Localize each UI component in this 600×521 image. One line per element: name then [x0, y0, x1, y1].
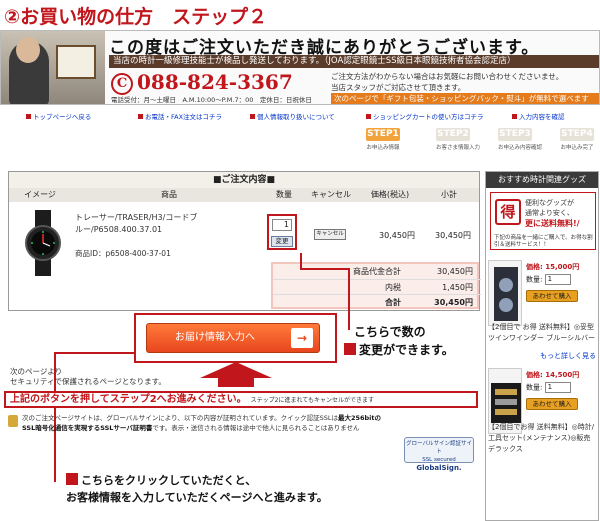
face-image — [16, 37, 40, 63]
col-cancel: キャンセル — [311, 190, 351, 199]
cancel-button[interactable]: キャンセル — [314, 229, 346, 240]
total-row-tax: 内税 1,450円 — [273, 279, 481, 294]
product-watch-image — [17, 210, 69, 276]
up-arrow-icon — [200, 362, 272, 378]
click-callout: こちらをクリックしていただくと、 お客様情報を入力していただくページへと進みます… — [66, 473, 328, 504]
phone-hours: 電話受付：月〜土曜日 A.M.10:00〜P.M.7：00 定休日：日祝休日 — [111, 96, 312, 104]
square-bullet-icon — [366, 114, 371, 119]
order-table-header: イメージ 商品 数量 キャンセル 価格(税込) 小計 — [9, 188, 479, 202]
quantity-box: 1 変更 — [267, 214, 297, 250]
order-summary: ■ご注文内容■ イメージ 商品 数量 キャンセル 価格(税込) 小計 トレーサー… — [8, 171, 481, 311]
recommended-goods-sidebar: おすすめ時計関連グッズ 得 便利なグッズが 通常より安く、 更に送料無料!/ 下記… — [485, 171, 599, 521]
ssl-description: 次のご注文ページサイトは、グローバルサインにより、以下の内容が証明されています。… — [22, 414, 382, 432]
product-subtotal: 30,450円 — [435, 231, 471, 240]
proceed-instruction: 上記のボタンを押してステップ2へお進みください。 ステップ2に進まれてもキャンセル… — [4, 391, 478, 408]
col-quantity: 数量 — [276, 190, 292, 199]
more-details-link[interactable]: もっと詳しく見る — [540, 351, 596, 361]
add-to-cart-button[interactable]: あわせて購入 — [526, 398, 578, 410]
toku-icon: 得 — [495, 199, 521, 225]
step-indicator: STEP1 お申込み情報 STEP2 お客さま情報入力 STEP3 お申込み内容確認 … — [0, 128, 600, 152]
pointer-line — [54, 352, 136, 354]
link-privacy[interactable]: 個人情報取り扱いについて — [250, 111, 335, 121]
col-subtotal: 小計 — [441, 190, 457, 199]
square-bullet-icon — [512, 114, 517, 119]
link-top-page[interactable]: トップページへ戻る — [26, 111, 91, 121]
winder-thumbnail[interactable] — [488, 260, 522, 326]
pointer-line — [300, 268, 350, 270]
quantity-callout: こちらで数の 変更ができます。 — [344, 323, 454, 359]
order-heading: ■ご注文内容■ — [9, 172, 479, 188]
step-1: STEP1 お申込み情報 — [366, 128, 400, 151]
quantity-select[interactable]: 1 — [544, 382, 571, 393]
product-id: 商品ID：p6508-400-37-01 — [75, 249, 171, 258]
link-cart-usage[interactable]: ショッピングカートの使い方はコチラ — [366, 111, 484, 121]
product-price: 30,450円 — [379, 231, 415, 240]
lock-icon — [8, 415, 18, 427]
quantity-select[interactable]: 1 — [544, 274, 571, 285]
square-bullet-icon — [66, 473, 78, 485]
col-price: 価格(税込) — [370, 190, 410, 199]
change-quantity-button[interactable]: 変更 — [271, 236, 293, 247]
product-name: トレーサー/TRASER/H3/コードブルー/P6508.400.37.01 — [75, 213, 198, 234]
pointer-line — [300, 253, 302, 269]
link-confirm-input[interactable]: 入力内容を確認 — [512, 111, 565, 121]
banner-note-2: 当店スタッフがご対応させて頂きます。 — [331, 83, 466, 92]
col-image: イメージ — [24, 190, 56, 199]
square-bullet-icon — [26, 114, 31, 119]
arrow-right-icon: → — [291, 328, 313, 348]
square-bullet-icon — [344, 343, 356, 355]
banner-note-1: ご注文方法がわからない場合はお気軽にお問い合わせくださいませ。 — [331, 72, 564, 81]
total-row-goods: 商品代金合計 30,450円 — [353, 267, 473, 276]
sidebar-promo-banner[interactable]: 得 便利なグッズが 通常より安く、 更に送料無料!/ 下記の商品を一緒にご購入で、… — [490, 192, 596, 250]
total-row-grand: 合計 30,450円 — [273, 294, 481, 309]
pointer-line — [348, 268, 350, 330]
link-phone-fax-order[interactable]: お電話・FAX注文はコチラ — [138, 111, 222, 121]
certificate-image — [56, 45, 96, 79]
page-title: ②お買い物の仕方 ステップ２ — [4, 6, 268, 28]
step-3: STEP3 お申込み内容確認 — [498, 128, 543, 151]
shop-banner: この度はご注文いただき誠にありがとうございます。 当店の時計一級修理技能士が検品… — [0, 30, 600, 105]
phone-icon: C — [111, 73, 133, 95]
gift-wrapping-note: 次のページで「ギフト包装・ショッピングバック・熨斗」が無料で選べます — [331, 93, 599, 104]
winder-description[interactable]: 【2個目で お得 送料無料】◎妥型ツインワインダー ブルーシルバー — [488, 322, 598, 344]
qualification-bar: 当店の時計一級修理技能士が検品し発送しております。（JOA認定眼鏡士SS級日本眼… — [109, 55, 599, 68]
delivery-info-button[interactable]: お届け情報入力へ → — [146, 323, 320, 353]
toolset-description[interactable]: 【2個目でお得 送料無料】◎時計/工具セット(メンテナンス)◎販売 デラックス — [488, 422, 598, 455]
square-bullet-icon — [250, 114, 255, 119]
col-product: 商品 — [161, 190, 177, 199]
security-notice: 次のページより セキュリティで保護されるページとなります。 — [10, 367, 166, 386]
globalsign-badge[interactable]: グローバルサイン認証サイト SSL secured GlobalSign. — [404, 437, 474, 472]
quantity-input[interactable]: 1 — [272, 219, 292, 231]
up-arrow-stem — [218, 377, 254, 387]
square-bullet-icon — [138, 114, 143, 119]
sidebar-header: おすすめ時計関連グッズ — [486, 172, 598, 188]
step-4: STEP4 お申込み完了 — [560, 128, 594, 151]
phone-number: C 088-824-3367 — [111, 70, 293, 95]
add-to-cart-button[interactable]: あわせて購入 — [526, 290, 578, 302]
phone-number-text: 088-824-3367 — [137, 70, 293, 94]
step-2: STEP2 お客さま情報入力 — [436, 128, 481, 151]
shop-owner-photo — [1, 31, 105, 104]
